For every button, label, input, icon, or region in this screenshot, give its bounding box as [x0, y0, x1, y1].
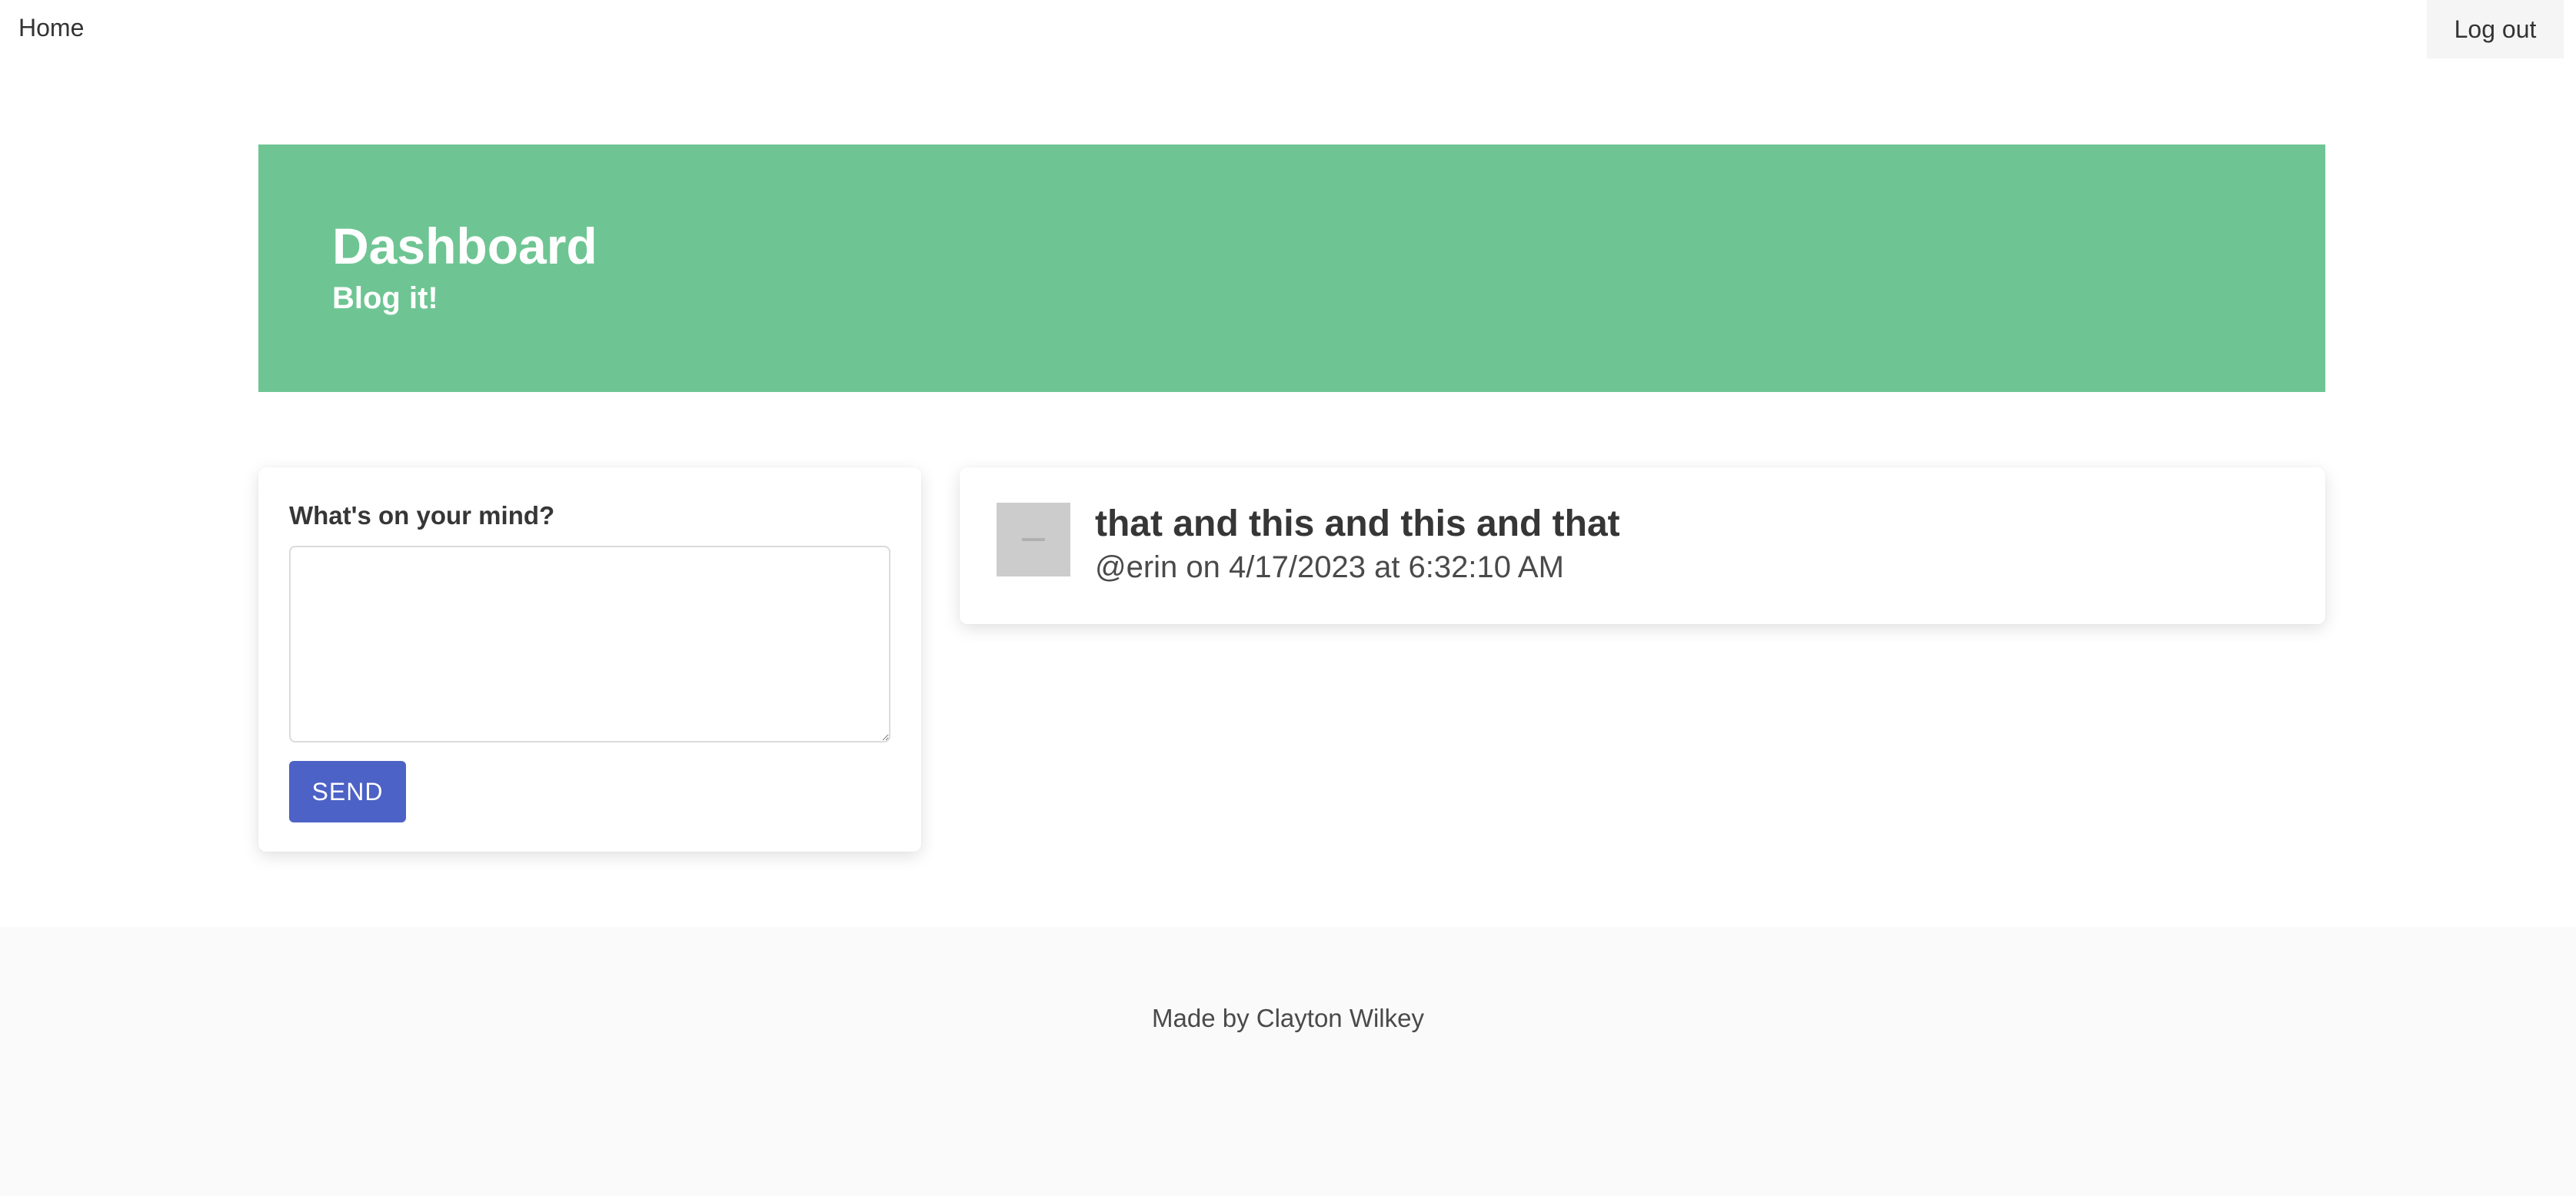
page: Home Log out Dashboard Blog it! What's o… — [0, 0, 2576, 1196]
page-title: Dashboard — [332, 218, 597, 274]
avatar-placeholder-icon — [1022, 538, 1045, 541]
page-subtitle: Blog it! — [332, 281, 438, 315]
post-title[interactable]: that and this and this and that — [1095, 503, 1620, 545]
top-navbar: Home Log out — [0, 0, 2576, 58]
new-post-textarea[interactable] — [289, 546, 890, 743]
logout-button[interactable]: Log out — [2427, 0, 2564, 58]
new-post-label: What's on your mind? — [289, 501, 555, 530]
footer-credit: Made by Clayton Wilkey — [1152, 1004, 1424, 1032]
hero-banner: Dashboard Blog it! — [258, 145, 2325, 392]
avatar-icon — [997, 503, 1070, 576]
footer: Made by Clayton Wilkey — [0, 927, 2576, 1196]
post-card: that and this and this and that @erin on… — [960, 467, 2325, 624]
send-button[interactable]: SEND — [289, 761, 406, 822]
new-post-card: What's on your mind? SEND — [258, 467, 921, 852]
post-meta: @erin on 4/17/2023 at 6:32:10 AM — [1095, 550, 1564, 584]
nav-home-link[interactable]: Home — [18, 14, 84, 42]
